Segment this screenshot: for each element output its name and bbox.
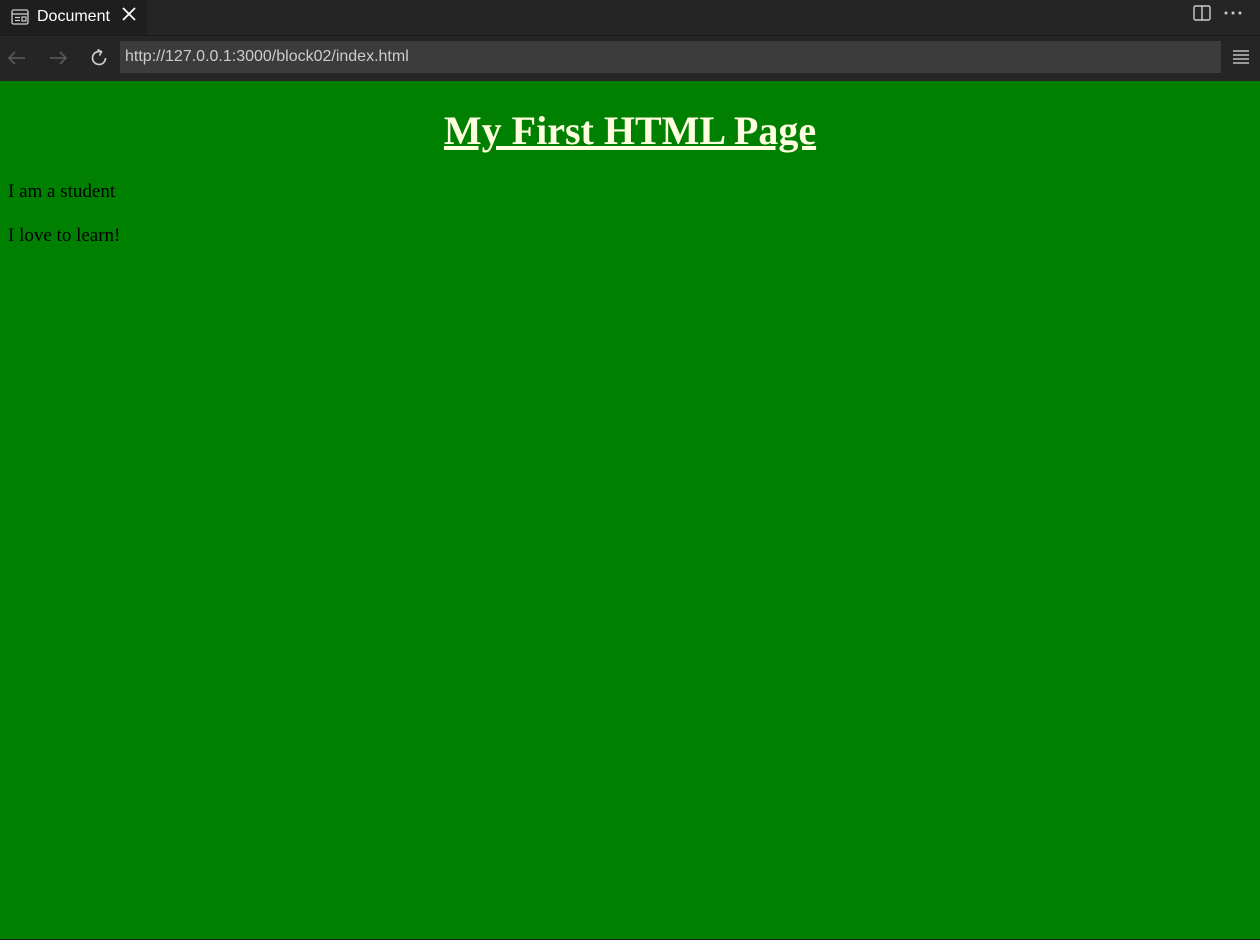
paragraph: I am a student (8, 181, 116, 202)
page-viewport: My First HTML Page I am a student I love… (0, 81, 1260, 940)
refresh-icon[interactable] (87, 46, 111, 70)
paragraph: I love to learn! (8, 225, 121, 246)
tab-bar: Document (0, 0, 1260, 35)
page-heading: My First HTML Page (443, 108, 817, 153)
tab-title: Document (37, 8, 110, 25)
preview-icon (11, 9, 29, 25)
arrow-right-icon[interactable] (46, 46, 70, 70)
url-input[interactable] (120, 41, 1221, 73)
close-icon[interactable] (120, 5, 138, 23)
split-editor-icon[interactable] (1192, 4, 1212, 22)
tab-document[interactable]: Document (0, 0, 147, 35)
hamburger-menu-icon[interactable] (1231, 46, 1251, 68)
navigation-bar (0, 35, 1260, 81)
arrow-left-icon[interactable] (5, 46, 29, 70)
more-actions-icon[interactable] (1222, 4, 1244, 22)
